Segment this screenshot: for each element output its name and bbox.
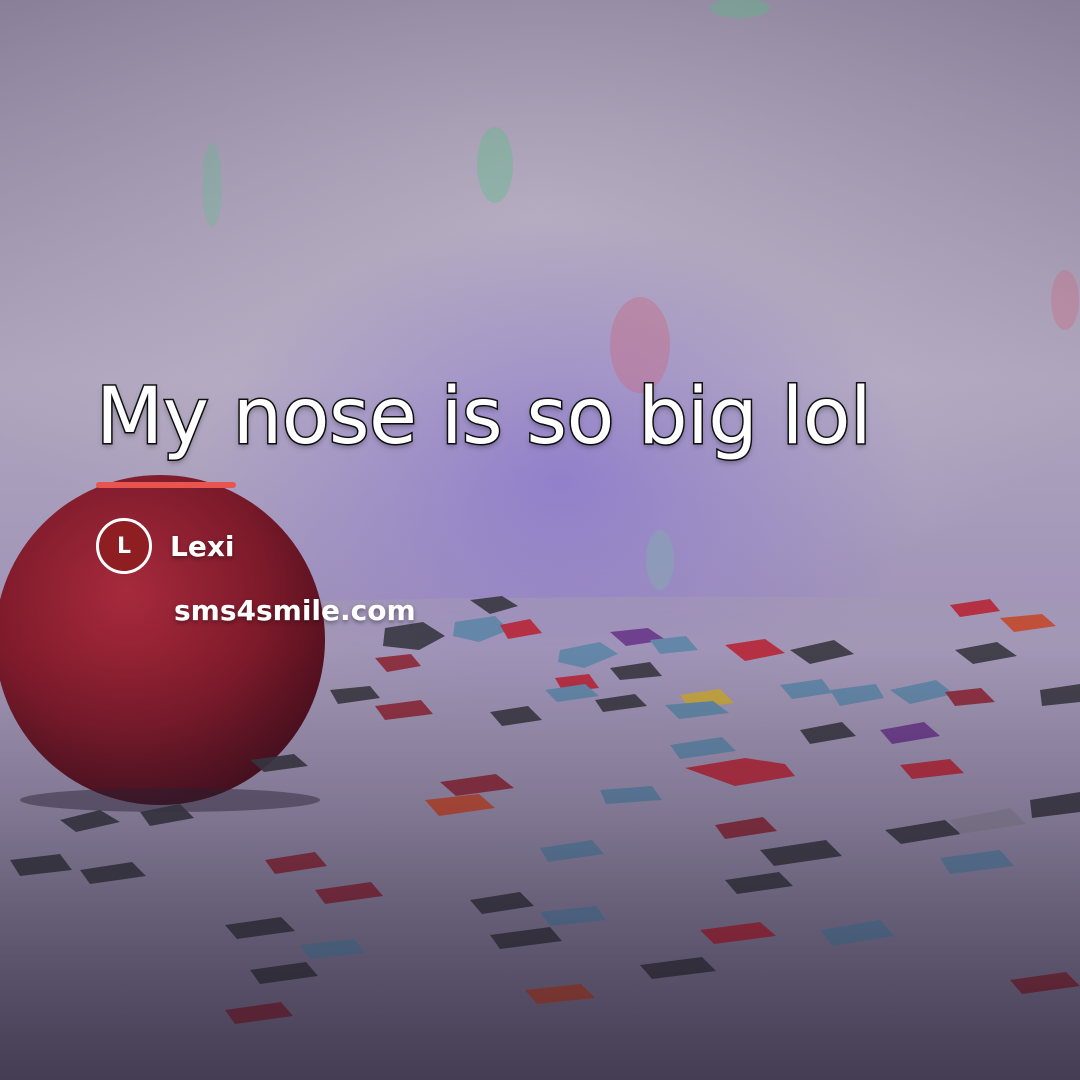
author-row: L Lexi xyxy=(96,518,996,575)
author-avatar: L xyxy=(96,518,152,575)
quote-text: My nose is so big lol xyxy=(95,370,874,463)
accent-divider xyxy=(96,482,236,489)
site-watermark: sms4smile.com xyxy=(174,594,416,628)
quote-card: My nose is so big lol L Lexi sms4smile.c… xyxy=(95,370,996,628)
author-name: Lexi xyxy=(170,529,235,563)
author-initial: L xyxy=(116,533,132,559)
